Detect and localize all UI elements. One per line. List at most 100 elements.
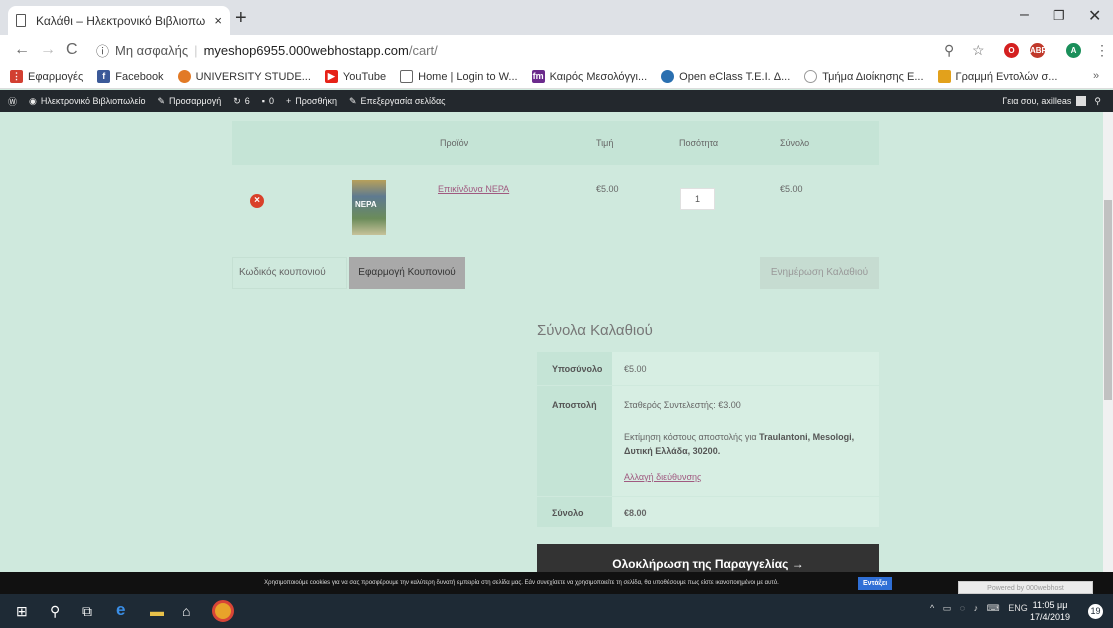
update-cart-button[interactable]: Ενημέρωση Καλαθιού bbox=[760, 257, 879, 289]
wp-admin-bar: Ⓦ ◉ Ηλεκτρονικό Βιβλιοπωλείο ✎ Προσαρμογή … bbox=[0, 90, 1113, 112]
browser-tab[interactable]: Καλάθι – Ηλεκτρονικό Βιβλιοπω × bbox=[8, 6, 230, 35]
bookmarks-bar: ⋮ Εφαρμογές f Facebook UNIVERSITY STUDE...… bbox=[0, 65, 1113, 89]
menu-icon[interactable]: ⋮ bbox=[1095, 42, 1109, 59]
dashboard-icon: ◉ bbox=[29, 95, 37, 106]
bookmark-youtube[interactable]: ▶ YouTube bbox=[324, 70, 386, 83]
tab-title: Καλάθι – Ηλεκτρονικό Βιβλιοπω bbox=[36, 13, 206, 28]
facebook-icon: f bbox=[97, 70, 111, 83]
file-explorer-icon[interactable]: ▬ bbox=[150, 603, 164, 619]
adblock-icon[interactable]: ABP bbox=[1030, 43, 1047, 58]
new-tab-button[interactable]: + bbox=[235, 7, 247, 30]
notifications-icon[interactable]: 19 bbox=[1088, 604, 1103, 619]
circle-icon bbox=[804, 70, 818, 83]
address-bar: ← → C ⓘ Μη ασφαλής | myeshop6955.000webh… bbox=[0, 35, 1113, 65]
url-path: /cart/ bbox=[408, 42, 438, 58]
proceed-to-checkout-button[interactable]: Ολοκλήρωση της Παραγγελίας → bbox=[537, 544, 879, 572]
bookmark-eclass[interactable]: Open eClass T.E.I. Δ... bbox=[661, 70, 790, 83]
header-quantity: Ποσότητα bbox=[679, 138, 719, 148]
change-address-link[interactable]: Αλλαγή διεύθυνσης bbox=[624, 472, 701, 482]
back-icon[interactable]: ← bbox=[14, 41, 30, 59]
cart-totals-title: Σύνολα Καλαθιού bbox=[537, 322, 653, 339]
cookie-text: Χρησιμοποιούμε cookies για να σας προσφέ… bbox=[264, 580, 779, 586]
bookmark-weather[interactable]: fm Καιρός Μεσολόγγι... bbox=[531, 70, 647, 83]
star-icon[interactable]: ☆ bbox=[972, 42, 985, 59]
close-window-icon[interactable]: ✕ bbox=[1088, 6, 1101, 26]
zoom-icon[interactable]: ⚲ bbox=[944, 42, 954, 59]
plus-icon: + bbox=[286, 96, 292, 106]
show-hidden-icons[interactable]: ^ bbox=[930, 603, 934, 613]
item-total: €5.00 bbox=[780, 184, 803, 194]
bookmark-department[interactable]: Τμήμα Διοίκησης Ε... bbox=[804, 70, 924, 83]
info-icon[interactable]: ⓘ bbox=[96, 41, 109, 60]
clock-date: 17/4/2019 bbox=[1030, 612, 1071, 622]
coupon-input[interactable]: Κωδικός κουπονιού bbox=[232, 257, 347, 289]
admin-edit-page-link[interactable]: ✎ Επεξεργασία σελίδας bbox=[349, 96, 446, 107]
university-icon bbox=[177, 70, 191, 83]
admin-customize-link[interactable]: ✎ Προσαρμογή bbox=[157, 96, 221, 107]
wordpress-icon[interactable]: Ⓦ bbox=[8, 95, 17, 108]
page-scrollbar[interactable] bbox=[1103, 112, 1113, 572]
updates-icon: ↻ bbox=[233, 95, 241, 106]
apply-coupon-button[interactable]: Εφαρμογή Κουπονιού bbox=[349, 257, 465, 289]
minimize-icon[interactable]: – bbox=[1020, 6, 1029, 24]
admin-site-link[interactable]: ◉ Ηλεκτρονικό Βιβλιοπωλείο bbox=[29, 96, 145, 107]
product-link[interactable]: Επικίνδυνα ΝΕΡΑ bbox=[438, 184, 509, 194]
profile-avatar[interactable]: A bbox=[1066, 43, 1081, 58]
close-tab-icon[interactable]: × bbox=[214, 13, 222, 28]
search-icon[interactable]: ⚲ bbox=[1094, 96, 1101, 107]
apps-icon: ⋮ bbox=[10, 70, 23, 83]
shipping-label: Αποστολή bbox=[552, 400, 597, 410]
admin-new-link[interactable]: + Προσθήκη bbox=[286, 96, 337, 106]
forward-icon[interactable]: → bbox=[40, 41, 56, 59]
edge-icon[interactable]: e bbox=[116, 600, 125, 620]
powered-by-badge[interactable]: Powered by 000webhost bbox=[958, 581, 1093, 594]
user-avatar[interactable] bbox=[1076, 96, 1087, 106]
header-total: Σύνολο bbox=[780, 138, 810, 148]
youtube-icon: ▶ bbox=[324, 70, 338, 83]
book-thumbnail[interactable]: ΝΕΡΑ bbox=[352, 180, 386, 235]
scrollbar-thumb[interactable] bbox=[1104, 200, 1112, 400]
subtotal-value: €5.00 bbox=[624, 364, 647, 374]
reload-icon[interactable]: C bbox=[66, 41, 78, 59]
folder-icon bbox=[937, 70, 951, 83]
chrome-icon[interactable] bbox=[212, 600, 234, 622]
cookie-notice: Χρησιμοποιούμε cookies για να σας προσφέ… bbox=[0, 572, 1113, 594]
totals-value-cell bbox=[612, 497, 879, 527]
network-icon[interactable]: ▭ bbox=[943, 603, 952, 613]
shipping-rate: Σταθερός Συντελεστής: €3.00 bbox=[624, 400, 741, 410]
cart-totals-table: Υποσύνολο €5.00 Αποστολή Σταθερός Συντελ… bbox=[537, 352, 879, 527]
cookie-accept-button[interactable]: Εντάξει bbox=[858, 577, 893, 590]
fm-icon: fm bbox=[531, 70, 545, 83]
quantity-input[interactable]: 1 bbox=[680, 188, 715, 210]
header-price: Τιμή bbox=[596, 138, 614, 148]
subtotal-label: Υποσύνολο bbox=[552, 364, 603, 374]
system-tray: ^ ▭ ◌ ♪ ⌨ ENG bbox=[930, 603, 1028, 614]
windows-start-icon[interactable]: ⊞ bbox=[16, 603, 28, 620]
url-field[interactable]: ⓘ Μη ασφαλής | myeshop6955.000webhostapp… bbox=[96, 38, 996, 62]
bookmark-facebook[interactable]: f Facebook bbox=[97, 70, 164, 83]
keyboard-icon[interactable]: ⌨ bbox=[987, 603, 1000, 613]
pencil-icon: ✎ bbox=[348, 95, 357, 106]
remove-item-icon[interactable]: × bbox=[250, 194, 264, 208]
volume-icon[interactable]: ♪ bbox=[974, 603, 979, 613]
admin-comments-link[interactable]: ▪ 0 bbox=[262, 96, 274, 106]
restore-icon[interactable]: ❐ bbox=[1053, 8, 1065, 24]
windows-taskbar: ⊞ ⚲ ⧉ e ▬ ⌂ ^ ▭ ◌ ♪ ⌨ ENG 11:05 μμ 17/4/… bbox=[0, 594, 1113, 628]
wifi-icon[interactable]: ◌ bbox=[960, 603, 965, 613]
bookmark-apps[interactable]: ⋮ Εφαρμογές bbox=[10, 70, 83, 83]
clock[interactable]: 11:05 μμ 17/4/2019 bbox=[1030, 599, 1070, 623]
search-icon[interactable]: ⚲ bbox=[50, 603, 60, 620]
store-icon[interactable]: ⌂ bbox=[182, 603, 190, 619]
bookmark-university[interactable]: UNIVERSITY STUDE... bbox=[177, 70, 311, 83]
admin-greeting[interactable]: Γεια σου, axilleas bbox=[1002, 96, 1071, 106]
admin-updates-link[interactable]: ↻ 6 bbox=[233, 96, 250, 107]
task-view-icon[interactable]: ⧉ bbox=[82, 603, 92, 620]
bookmark-command-line[interactable]: Γραμμή Εντολών σ... bbox=[937, 70, 1057, 83]
clock-time: 11:05 μμ bbox=[1032, 600, 1068, 610]
more-bookmarks-icon[interactable]: » bbox=[1093, 70, 1099, 82]
bookmark-home-login[interactable]: Home | Login to W... bbox=[400, 70, 518, 83]
eclass-icon bbox=[661, 70, 675, 83]
opera-extension-icon[interactable]: O bbox=[1004, 43, 1019, 58]
language-indicator[interactable]: ENG bbox=[1008, 603, 1028, 613]
url-host: myeshop6955.000webhostapp.com bbox=[203, 42, 409, 58]
